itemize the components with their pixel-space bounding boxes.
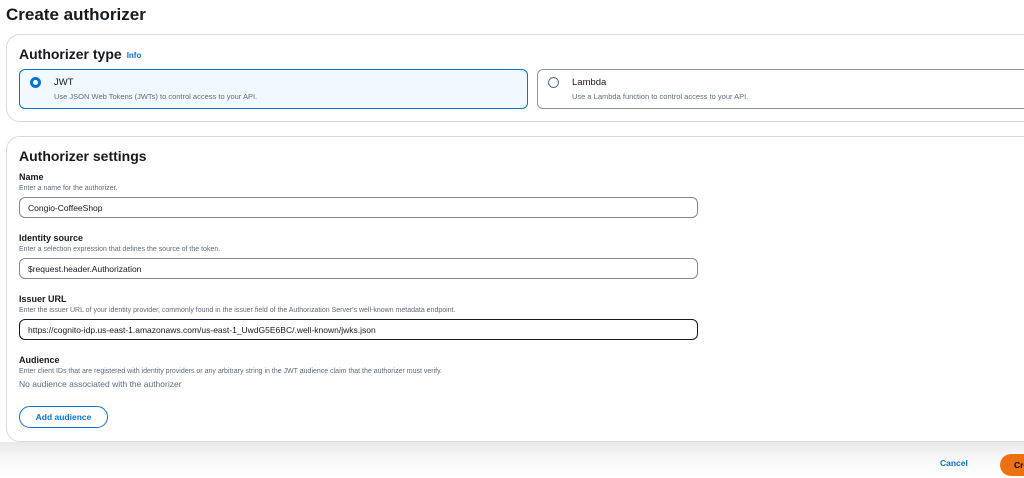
issuer-url-description: Enter the issuer URL of your identity pr… (19, 307, 456, 314)
identity-source-input[interactable] (19, 258, 698, 279)
issuer-url-input[interactable] (19, 319, 698, 340)
add-audience-button[interactable]: Add audience (19, 406, 108, 428)
jwt-option-label: JWT (54, 77, 74, 88)
name-label: Name (19, 172, 44, 182)
create-authorizer-page: Create authorizer Authorizer type Info JW… (0, 0, 1024, 478)
issuer-url-field: Issuer URL Enter the issuer URL of your … (19, 294, 698, 340)
name-description: Enter a name for the authorizer. (19, 185, 118, 192)
lambda-option-label: Lambda (572, 77, 607, 88)
audience-label: Audience (19, 355, 60, 365)
identity-source-field: Identity source Enter a selection expres… (19, 233, 698, 279)
name-field: Name Enter a name for the authorizer. (19, 172, 698, 218)
create-button[interactable]: Create (1000, 454, 1024, 476)
cancel-button[interactable]: Cancel (940, 458, 968, 468)
authorizer-settings-panel: Authorizer settings Name Enter a name fo… (6, 136, 1024, 442)
authorizer-type-heading: Authorizer type Info (19, 46, 141, 62)
audience-description: Enter client IDs that are registered wit… (19, 368, 443, 375)
audience-field: Audience Enter client IDs that are regis… (19, 355, 442, 389)
authorizer-type-panel: Authorizer type Info JWT Use JSON Web Tok… (6, 34, 1024, 122)
info-link[interactable]: Info (127, 51, 142, 60)
name-input[interactable] (19, 197, 698, 218)
identity-source-label: Identity source (19, 233, 84, 243)
radio-unselected-icon[interactable] (548, 77, 559, 88)
footer-bar (0, 442, 1024, 478)
radio-selected-icon[interactable] (30, 77, 41, 88)
page-title: Create authorizer (6, 5, 146, 24)
authorizer-type-heading-text: Authorizer type (19, 46, 122, 62)
jwt-option-description: Use JSON Web Tokens (JWTs) to control ac… (54, 92, 258, 101)
audience-empty-text: No audience associated with the authoriz… (19, 379, 182, 389)
issuer-url-label: Issuer URL (19, 294, 67, 304)
lambda-option-description: Use a Lambda function to control access … (572, 92, 749, 101)
identity-source-description: Enter a selection expression that define… (19, 246, 221, 253)
authorizer-settings-heading: Authorizer settings (19, 148, 147, 164)
authorizer-type-option-lambda[interactable]: Lambda Use a Lambda function to control … (537, 69, 1024, 109)
authorizer-type-option-jwt[interactable]: JWT Use JSON Web Tokens (JWTs) to contro… (19, 69, 528, 109)
